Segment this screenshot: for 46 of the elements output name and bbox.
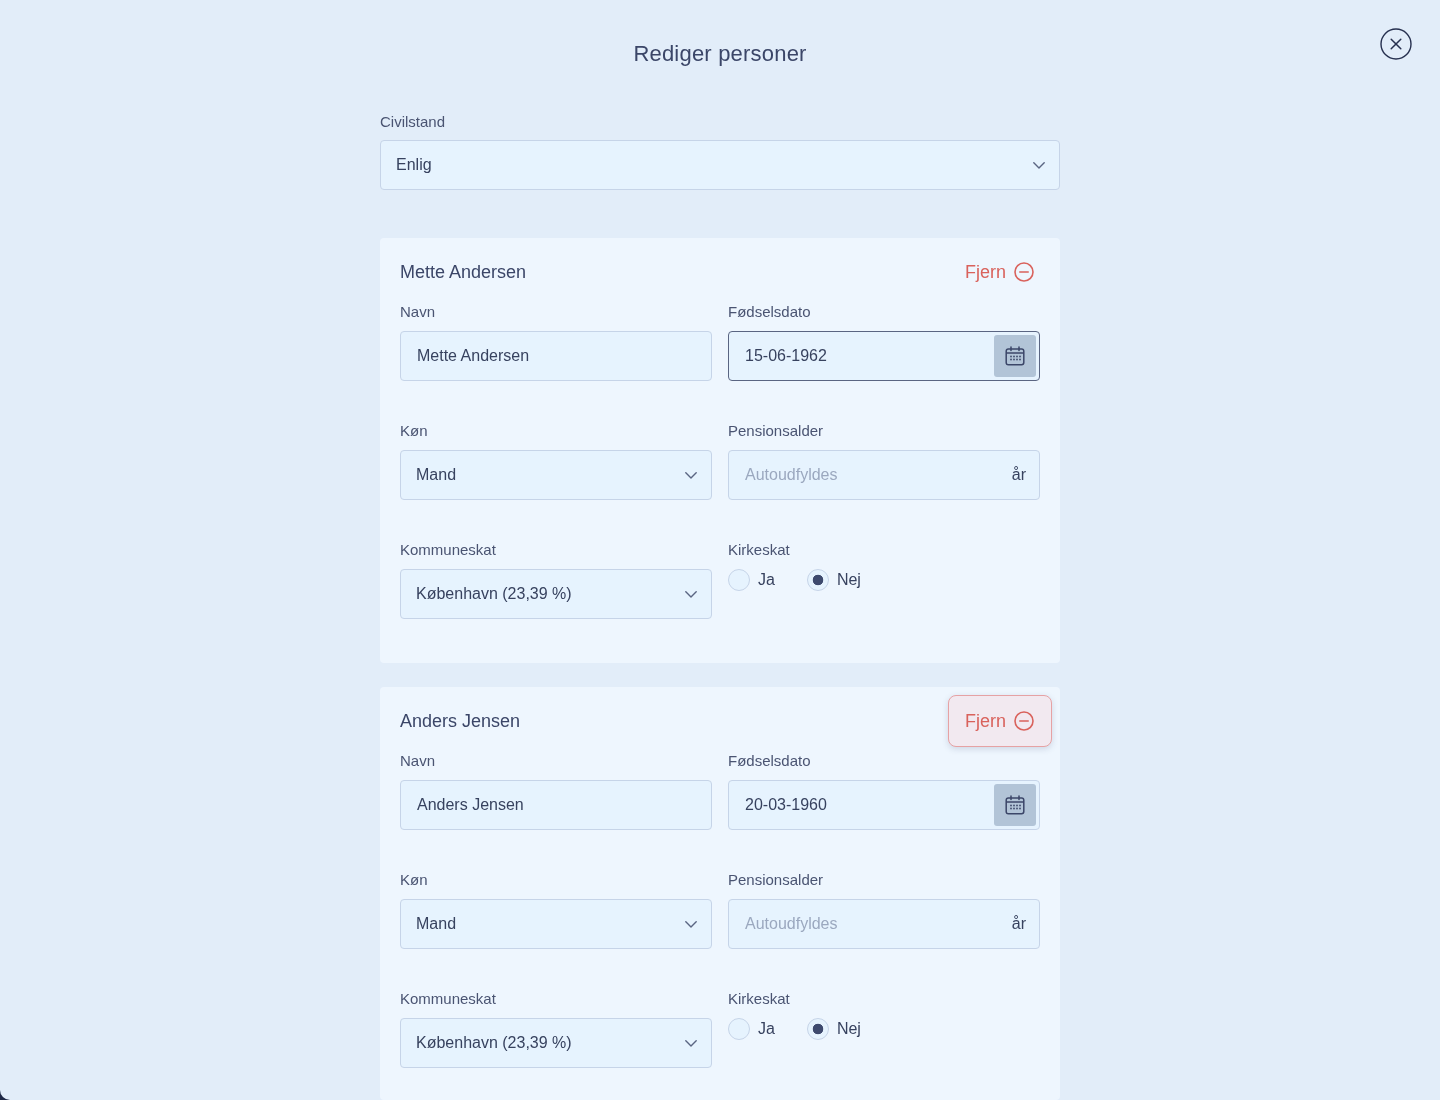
field-label: Kommuneskat xyxy=(400,540,496,560)
field-label: Køn xyxy=(400,870,428,890)
minus-circle-icon xyxy=(1014,262,1034,282)
person-heading: Mette Andersen xyxy=(400,261,527,284)
radio-button[interactable] xyxy=(806,1018,829,1040)
text-input[interactable]: Mette Andersen xyxy=(400,331,712,381)
dialog-title: Rediger personer xyxy=(633,40,807,68)
calendar-button[interactable] xyxy=(994,784,1036,826)
radio-button[interactable] xyxy=(728,1018,750,1040)
close-icon xyxy=(1380,28,1412,60)
person-heading: Anders Jensen xyxy=(400,710,521,733)
radio-label: Ja xyxy=(758,570,775,590)
minus-circle-icon xyxy=(1014,711,1034,731)
text-input[interactable]: Anders Jensen xyxy=(400,780,712,830)
unit-label: år xyxy=(1011,465,1026,485)
field-label: Kirkeskat xyxy=(728,540,790,560)
radio-button[interactable] xyxy=(728,569,750,591)
field-label: Navn xyxy=(400,302,436,322)
field-label: Pensionsalder xyxy=(728,870,824,890)
radio-button[interactable] xyxy=(806,569,829,591)
radio-label: Nej xyxy=(836,1019,861,1039)
unit-label: år xyxy=(1011,914,1026,934)
calendar-icon xyxy=(1005,346,1025,366)
radio-label: Ja xyxy=(758,1019,775,1039)
chevron-down-icon xyxy=(1033,161,1045,169)
chevron-down-icon xyxy=(685,471,697,479)
calendar-icon xyxy=(1005,795,1025,815)
chevron-down-icon xyxy=(685,920,697,928)
dropdown-field[interactable]: Mand xyxy=(400,899,712,949)
field-label: Pensionsalder xyxy=(728,421,824,441)
field-label: Kommuneskat xyxy=(400,989,496,1009)
dropdown-field[interactable]: København (23,39 %) xyxy=(400,1018,712,1068)
calendar-button[interactable] xyxy=(994,335,1036,377)
field-label: Kirkeskat xyxy=(728,989,790,1009)
field-label: Civilstand xyxy=(380,112,446,132)
field-label: Navn xyxy=(400,751,436,771)
dropdown-field[interactable]: Mand xyxy=(400,450,712,500)
dropdown-field[interactable]: Enlig xyxy=(380,140,1060,190)
field-label: Fødselsdato xyxy=(728,302,811,322)
radio-label: Nej xyxy=(836,570,861,590)
field-label: Køn xyxy=(400,421,428,441)
field-label: Fødselsdato xyxy=(728,751,811,771)
chevron-down-icon xyxy=(685,1039,697,1047)
close-button[interactable] xyxy=(1380,28,1412,60)
dropdown-field[interactable]: København (23,39 %) xyxy=(400,569,712,619)
chevron-down-icon xyxy=(685,590,697,598)
